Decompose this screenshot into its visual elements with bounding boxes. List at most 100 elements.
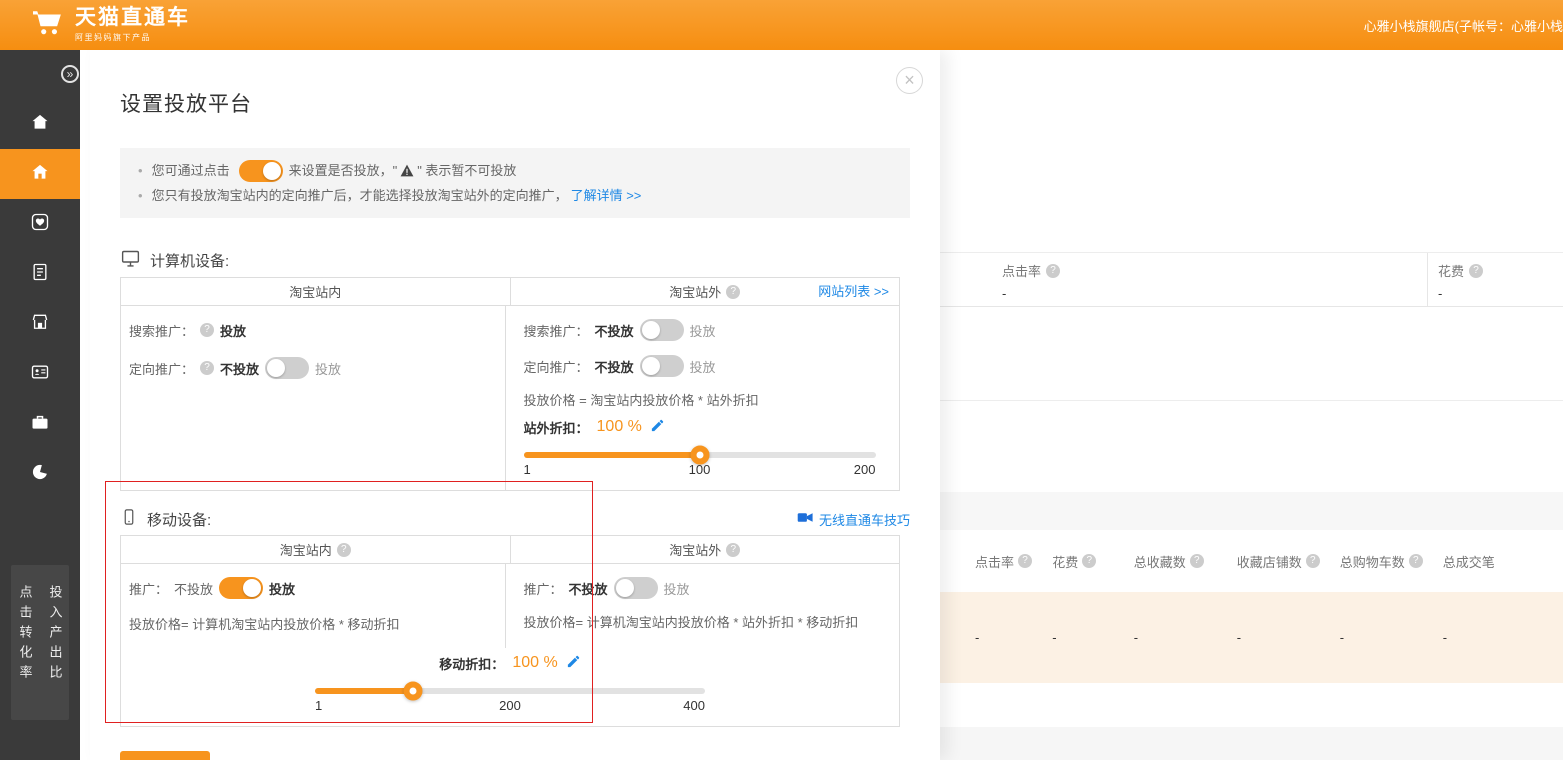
slider-fill xyxy=(315,688,413,694)
mobile-discount-slider[interactable] xyxy=(315,688,705,694)
tip-text: 来设置是否投放，" xyxy=(289,158,398,183)
heart-icon xyxy=(30,212,50,237)
example-toggle[interactable] xyxy=(239,160,283,182)
save-button[interactable] xyxy=(120,751,210,760)
cell: - xyxy=(1443,630,1563,645)
help-icon[interactable] xyxy=(1046,264,1060,278)
cell: - xyxy=(1134,630,1237,645)
close-icon[interactable] xyxy=(896,67,923,94)
dashboard-top-stats: 点击率 - 花费 - xyxy=(940,252,1563,307)
help-icon[interactable] xyxy=(1306,554,1320,568)
help-icon[interactable] xyxy=(1018,554,1032,568)
target-out-toggle[interactable] xyxy=(640,355,684,377)
cart-logo-icon xyxy=(30,7,66,42)
scale-min: 1 xyxy=(524,462,531,477)
target-in-toggle[interactable] xyxy=(265,357,309,379)
help-icon[interactable] xyxy=(1082,554,1096,568)
help-icon[interactable] xyxy=(200,323,214,337)
edit-pencil-icon[interactable] xyxy=(650,418,665,436)
mobile-out-toggle[interactable] xyxy=(614,577,658,599)
help-icon[interactable] xyxy=(726,285,740,299)
search-out-toggle[interactable] xyxy=(640,319,684,341)
brand-name: 天猫直通车 xyxy=(75,7,190,29)
section-title: 移动设备: xyxy=(147,509,211,530)
sidebar-item-favorites[interactable] xyxy=(0,199,80,249)
offsite-discount-slider[interactable] xyxy=(524,452,876,458)
help-icon[interactable] xyxy=(1469,264,1483,278)
promo-row: 推广： 不投放 投放 xyxy=(524,576,900,600)
row-label: 定向推广： xyxy=(129,359,194,378)
sidebar-item-tools[interactable] xyxy=(0,399,80,449)
state-off: 不投放 xyxy=(595,357,634,376)
discount-value: 100 % xyxy=(597,418,642,436)
state-on: 投放 xyxy=(315,359,341,378)
scale-min: 1 xyxy=(315,698,322,713)
tip-text: 您可通过点击 xyxy=(152,158,230,183)
home-icon xyxy=(30,112,50,137)
toggle-knob xyxy=(642,357,660,375)
tip-line-2: 您只有投放淘宝站内的定向推广后，才能选择投放淘宝站外的定向推广， 了解详情 >> xyxy=(138,183,892,208)
state-on: 投放 xyxy=(690,357,716,376)
scale-max: 200 xyxy=(854,462,876,477)
target-promo-row: 定向推广： 不投放 投放 xyxy=(129,356,505,380)
mobile-in-toggle[interactable] xyxy=(219,577,263,599)
sidebar-item-shop[interactable] xyxy=(0,299,80,349)
help-icon[interactable] xyxy=(1190,554,1204,568)
column-header-taobao-out: 淘宝站外 xyxy=(511,536,900,563)
help-icon[interactable] xyxy=(1409,554,1423,568)
learn-more-link[interactable]: 了解详情 >> xyxy=(571,183,642,208)
cell: - xyxy=(1237,630,1340,645)
computer-in-cell: 搜索推广： 投放 定向推广： 不投放 投放 xyxy=(121,306,506,490)
phone-icon xyxy=(120,507,138,531)
price-formula: 投放价格= 计算机淘宝站内投放价格 * 移动折扣 xyxy=(129,614,505,636)
site-list-link[interactable]: 网站列表 >> xyxy=(818,278,889,305)
sidebar-metric-ctr: 点击转化率 xyxy=(16,585,35,720)
sidebar-item-account[interactable] xyxy=(0,349,80,399)
scale-max: 400 xyxy=(683,698,705,713)
stat-click-rate: 点击率 - xyxy=(940,253,1427,306)
cell: - xyxy=(1340,630,1443,645)
account-name[interactable]: 心雅小栈旗舰店(子帐号：心雅小栈 xyxy=(1364,16,1563,35)
help-icon[interactable] xyxy=(337,543,351,557)
document-icon xyxy=(30,262,50,287)
sidebar-item-reports[interactable] xyxy=(0,249,80,299)
sidebar-item-campaign-active[interactable] xyxy=(0,149,80,199)
sidebar: » xyxy=(0,50,80,760)
monitor-icon xyxy=(120,248,141,273)
toggle-knob xyxy=(642,321,660,339)
help-icon[interactable] xyxy=(200,361,214,375)
toggle-knob xyxy=(267,359,285,377)
sidebar-expand-button[interactable]: » xyxy=(61,65,79,83)
tip-box: 您可通过点击 来设置是否投放，" " 表示暂不可投放 您只有投放淘宝站内的定向推… xyxy=(120,148,910,218)
top-bar: 天猫直通车 阿里妈妈旗下产品 心雅小栈旗舰店(子帐号：心雅小栈 xyxy=(0,0,1563,50)
tip-text: " 表示暂不可投放 xyxy=(417,158,516,183)
dashboard-background: 点击率 - 花费 - 点击率 花费 总收藏数 收藏店铺数 总购物车数 总成交笔 … xyxy=(940,50,1563,760)
sidebar-item-stats[interactable] xyxy=(0,449,80,499)
column-header: 总收藏数 xyxy=(1134,552,1237,571)
slider-fill xyxy=(524,452,700,458)
price-formula: 投放价格 = 淘宝站内投放价格 * 站外折扣 xyxy=(524,390,900,412)
row-label: 推广： xyxy=(524,579,563,598)
toggle-knob xyxy=(243,579,261,597)
brand-logo[interactable]: 天猫直通车 阿里妈妈旗下产品 xyxy=(30,7,190,42)
target-promo-row: 定向推广： 不投放 投放 xyxy=(524,354,900,378)
edit-pencil-icon[interactable] xyxy=(566,654,581,672)
wireless-tips-link[interactable]: 无线直通车技巧 xyxy=(797,510,910,529)
scale-mid: 100 xyxy=(689,462,711,477)
column-header: 花费 xyxy=(1052,552,1134,571)
dashboard-table-header: 点击率 花费 总收藏数 收藏店铺数 总购物车数 总成交笔 xyxy=(940,530,1563,592)
mobile-platform-table: 淘宝站内 淘宝站外 推广： 不投放 投放 投放价格= 计算机淘宝站内投放价格 *… xyxy=(120,535,900,727)
sidebar-metric-roi: 投入产出比 xyxy=(46,585,65,720)
video-camera-icon xyxy=(797,511,814,527)
computer-out-cell: 搜索推广： 不投放 投放 定向推广： 不投放 投放 投放价格 = 淘宝站内投放价… xyxy=(506,306,900,490)
computer-platform-table: 淘宝站内 淘宝站外 网站列表 >> 搜索推广： 投放 定向推广： 不投放 投放 xyxy=(120,277,900,491)
sidebar-metrics-panel: 点击转化率 投入产出比 xyxy=(11,565,69,720)
column-header: 总购物车数 xyxy=(1340,552,1443,571)
table-row[interactable]: - - - - - - xyxy=(940,592,1563,683)
table-band xyxy=(940,727,1563,760)
modal-title: 设置投放平台 xyxy=(120,88,910,118)
sidebar-nav xyxy=(0,99,80,499)
toggle-knob xyxy=(263,162,281,180)
sidebar-item-home[interactable] xyxy=(0,99,80,149)
help-icon[interactable] xyxy=(726,543,740,557)
